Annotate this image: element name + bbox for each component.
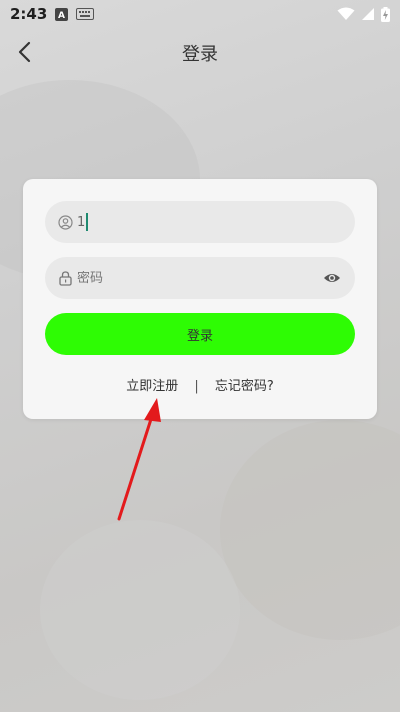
username-value: 1 — [77, 214, 86, 230]
register-link[interactable]: 立即注册 — [126, 379, 178, 394]
status-time: 2:43 — [10, 5, 48, 23]
status-left: 2:43 A — [10, 5, 95, 23]
nav-bar: 登录 — [0, 28, 400, 76]
forgot-password-link[interactable]: 忘记密码? — [215, 379, 274, 394]
link-separator: | — [194, 379, 199, 394]
username-field[interactable]: 1 — [45, 201, 355, 243]
battery-charging-icon — [381, 6, 390, 22]
login-button[interactable]: 登录 — [45, 313, 355, 355]
background-shape — [40, 520, 240, 700]
login-card: 1 登录 立即注册 | 忘记密码? — [23, 179, 377, 419]
status-right — [337, 6, 390, 22]
password-input[interactable] — [77, 270, 297, 286]
lock-icon — [57, 270, 73, 286]
status-bar: 2:43 A — [0, 0, 400, 28]
signal-icon — [361, 7, 375, 21]
wifi-icon — [337, 7, 355, 21]
text-caret — [86, 213, 89, 231]
page-title: 登录 — [182, 44, 218, 65]
eye-icon[interactable] — [323, 269, 341, 291]
password-field[interactable] — [45, 257, 355, 299]
background-shape — [220, 420, 400, 640]
auth-links: 立即注册 | 忘记密码? — [23, 375, 377, 394]
keyboard-icon — [76, 8, 95, 20]
a-box-icon: A — [55, 7, 69, 21]
svg-text:A: A — [58, 11, 65, 21]
user-icon — [57, 214, 73, 230]
